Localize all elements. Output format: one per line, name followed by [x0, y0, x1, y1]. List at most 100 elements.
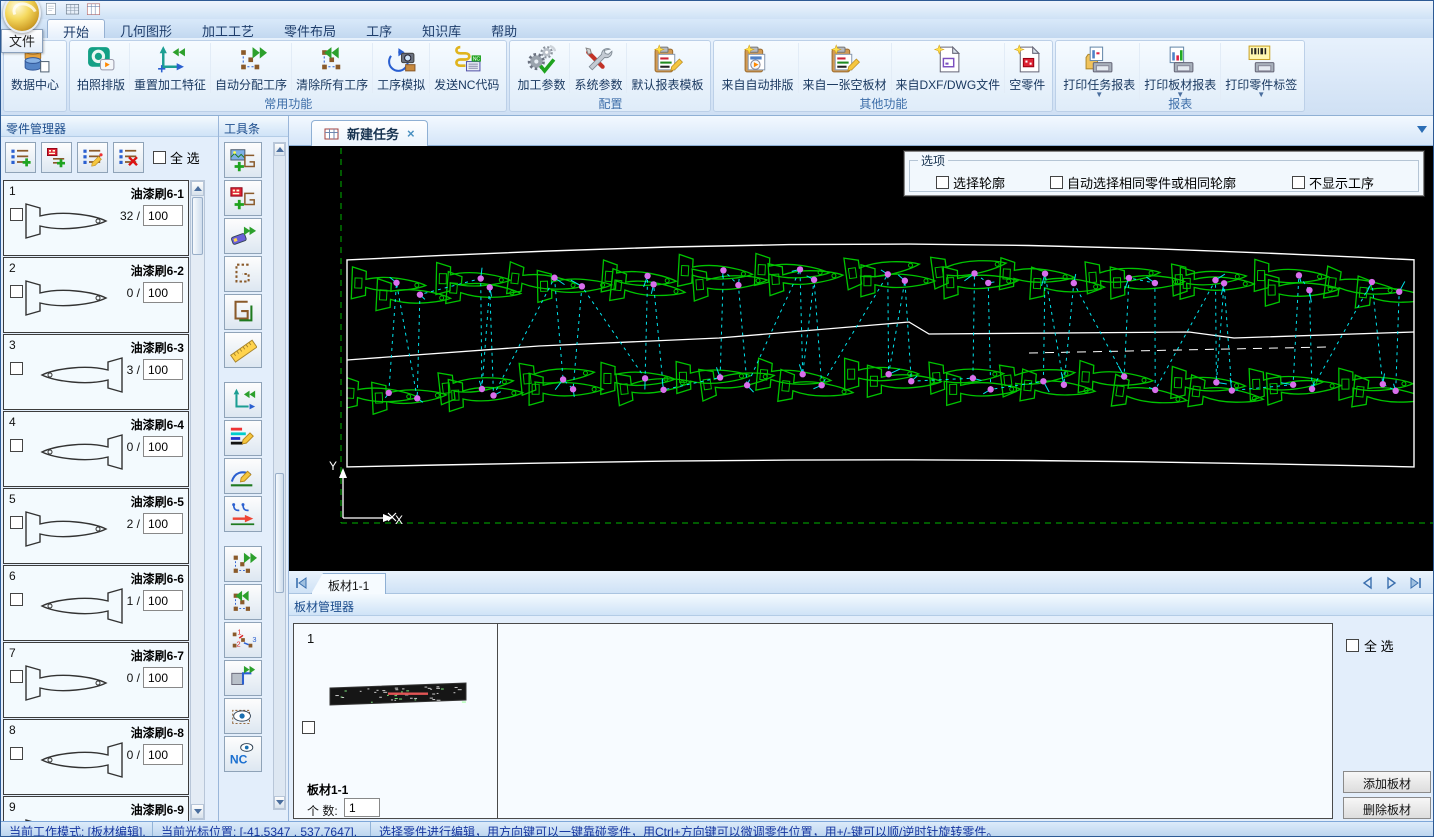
close-tab-icon[interactable]: ×	[407, 126, 415, 141]
prev-sheet-icon[interactable]	[1361, 576, 1375, 590]
scrollbar-thumb[interactable]	[275, 473, 284, 593]
ribbon-button-系统参数[interactable]: 系统参数	[569, 43, 626, 93]
ribbon-button-来自DXF/DWG文件[interactable]: 来自DXF/DWG文件	[891, 43, 1005, 93]
delete-sheet-button[interactable]: 删除板材	[1343, 797, 1431, 819]
ribbon-button-来自一张空板材[interactable]: 来自一张空板材	[798, 43, 891, 93]
parts-select-all[interactable]: 全 选	[153, 148, 200, 167]
ribbon-button-打印零件标签[interactable]: 打印零件标签▼	[1220, 43, 1301, 100]
toolstrip-ts-auto-button[interactable]	[224, 218, 262, 254]
part-checkbox[interactable]	[10, 362, 23, 375]
part-card-油漆刷6-9[interactable]: 9油漆刷6-90 /	[3, 796, 189, 821]
part-total-input[interactable]	[143, 667, 183, 688]
option-checkbox-选择轮廓[interactable]: 选择轮廓	[936, 173, 1005, 192]
part-checkbox[interactable]	[10, 670, 23, 683]
part-total-input[interactable]	[143, 205, 183, 226]
menu-tab-零件布局[interactable]: 零件布局	[269, 19, 351, 38]
part-checkbox[interactable]	[10, 593, 23, 606]
toolstrip-ts-nest-dots-button[interactable]	[224, 256, 262, 292]
toolstrip-ts-color-button[interactable]	[224, 420, 262, 456]
ribbon-button-打印板材报表[interactable]: 打印板材报表▼	[1139, 43, 1220, 100]
parts-toolbar-list-add-red-button[interactable]	[41, 142, 72, 173]
part-checkbox[interactable]	[10, 516, 23, 529]
scrollbar-thumb[interactable]	[192, 197, 203, 255]
toolstrip-ts-add-img-button[interactable]	[224, 142, 262, 178]
part-total-input[interactable]	[143, 359, 183, 380]
tab-list-dropdown-icon[interactable]	[1417, 126, 1427, 133]
part-total-input[interactable]	[143, 744, 183, 765]
part-total-input[interactable]	[143, 436, 183, 457]
ribbon-button-打印任务报表[interactable]: 打印任务报表▼	[1059, 43, 1139, 100]
ribbon-button-发送NC代码[interactable]: NC发送NC代码	[429, 43, 503, 93]
parts-toolbar-list-edit-button[interactable]	[77, 142, 108, 173]
part-checkbox[interactable]	[10, 285, 23, 298]
ribbon-button-拍照排版[interactable]: 拍照排版	[73, 43, 129, 93]
parts-toolbar-list-add-button[interactable]	[5, 142, 36, 173]
part-checkbox[interactable]	[10, 439, 23, 452]
toolstrip-ts-eye-button[interactable]	[224, 698, 262, 734]
parts-list-scrollbar[interactable]	[190, 180, 205, 820]
menu-tab-帮助[interactable]: 帮助	[476, 19, 532, 38]
ribbon-button-默认报表模板[interactable]: 默认报表模板	[626, 43, 707, 93]
part-total-input[interactable]	[143, 282, 183, 303]
menu-tab-开始[interactable]: 开始	[47, 19, 105, 38]
sheet-card[interactable]: 1 板材1-1 个 数:	[294, 624, 498, 818]
dropdown-arrow-icon[interactable]: ▼	[1095, 93, 1103, 100]
menu-tab-加工工艺[interactable]: 加工工艺	[187, 19, 269, 38]
tool-strip-scrollbar[interactable]	[273, 142, 286, 810]
next-sheet-icon[interactable]	[1385, 576, 1399, 590]
dropdown-arrow-icon[interactable]: ▼	[1257, 93, 1265, 100]
part-card-油漆刷6-6[interactable]: 6油漆刷6-61 /	[3, 565, 189, 641]
nesting-canvas[interactable]: YX 选项 选择轮廓自动选择相同零件或相同轮廓不显示工序	[289, 146, 1434, 571]
qat-grid-icon[interactable]	[64, 2, 81, 17]
scroll-down-icon[interactable]	[274, 796, 285, 809]
menu-tab-知识库[interactable]: 知识库	[407, 19, 476, 38]
qat-new-doc-icon[interactable]	[43, 2, 60, 17]
parts-toolbar-list-del-button[interactable]	[113, 142, 144, 173]
sheet-select-all[interactable]: 全 选	[1346, 636, 1394, 655]
toolstrip-ts-corner-button[interactable]	[224, 660, 262, 696]
ribbon-button-自动分配工序[interactable]: 自动分配工序	[210, 43, 291, 93]
part-card-油漆刷6-8[interactable]: 8油漆刷6-80 /	[3, 719, 189, 795]
ribbon-button-空零件[interactable]: 空零件	[1004, 43, 1049, 93]
select-all-checkbox[interactable]	[1346, 639, 1359, 652]
toolstrip-ts-lead-button[interactable]	[224, 496, 262, 532]
add-sheet-button[interactable]: 添加板材	[1343, 771, 1431, 793]
toolstrip-ts-nc-button[interactable]: NC	[224, 736, 262, 772]
part-card-油漆刷6-5[interactable]: 5油漆刷6-52 /	[3, 488, 189, 564]
sheet-checkbox[interactable]	[302, 721, 315, 734]
scroll-up-icon[interactable]	[274, 143, 285, 156]
menu-tab-几何图形[interactable]: 几何图形	[105, 19, 187, 38]
toolstrip-ts-ruler-button[interactable]	[224, 332, 262, 368]
part-checkbox[interactable]	[10, 208, 23, 221]
part-checkbox[interactable]	[10, 747, 23, 760]
toolstrip-ts-seq-fwd-button[interactable]	[224, 546, 262, 582]
toolstrip-ts-add-red-button[interactable]	[224, 180, 262, 216]
part-card-油漆刷6-1[interactable]: 1油漆刷6-132 /	[3, 180, 189, 256]
part-total-input[interactable]	[143, 590, 183, 611]
part-card-油漆刷6-2[interactable]: 2油漆刷6-20 /	[3, 257, 189, 333]
ribbon-button-加工参数[interactable]: 加工参数	[513, 43, 569, 93]
toolstrip-ts-pencil-curve-button[interactable]	[224, 458, 262, 494]
qat-table-icon[interactable]	[85, 2, 102, 17]
menu-tab-工序[interactable]: 工序	[351, 19, 407, 38]
part-card-油漆刷6-3[interactable]: 3油漆刷6-33 /	[3, 334, 189, 410]
toolstrip-ts-reset-button[interactable]	[224, 382, 262, 418]
scroll-up-icon[interactable]	[191, 181, 204, 196]
scroll-down-icon[interactable]	[191, 804, 204, 819]
ribbon-button-工序模拟[interactable]: 工序模拟	[372, 43, 429, 93]
part-card-油漆刷6-7[interactable]: 7油漆刷6-70 /	[3, 642, 189, 718]
first-sheet-icon[interactable]	[294, 576, 308, 590]
part-total-input[interactable]	[143, 513, 183, 534]
option-checkbox-不显示工序[interactable]: 不显示工序	[1292, 173, 1374, 192]
toolstrip-ts-nest-part-button[interactable]	[224, 294, 262, 330]
toolstrip-ts-seq-123-button[interactable]: 123	[224, 622, 262, 658]
part-card-油漆刷6-4[interactable]: 4油漆刷6-40 /	[3, 411, 189, 487]
ribbon-button-重置加工特征[interactable]: 重置加工特征	[129, 43, 210, 93]
toolstrip-ts-seq-back-button[interactable]	[224, 584, 262, 620]
select-all-checkbox[interactable]	[153, 151, 166, 164]
ribbon-button-清除所有工序[interactable]: 清除所有工序	[291, 43, 372, 93]
last-sheet-icon[interactable]	[1409, 576, 1423, 590]
ribbon-button-来自自动排版[interactable]: 来自自动排版	[717, 43, 797, 93]
option-checkbox-自动选择相同零件或相同轮廓[interactable]: 自动选择相同零件或相同轮廓	[1050, 173, 1236, 192]
sheet-qty-input[interactable]	[344, 798, 380, 817]
